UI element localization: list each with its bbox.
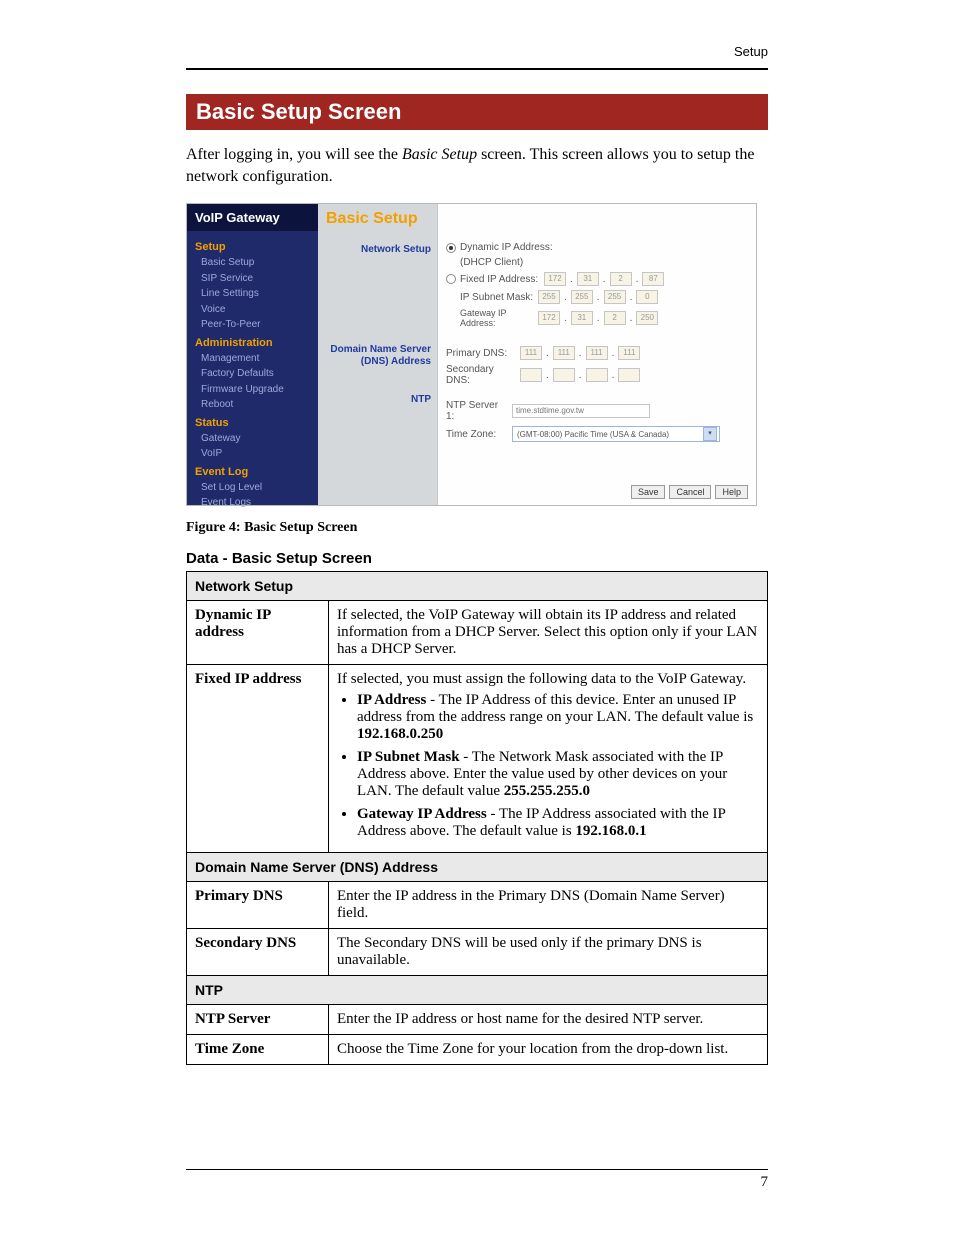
secondary-dns-label: Secondary DNS: xyxy=(446,364,516,386)
sdns-octet[interactable] xyxy=(618,368,640,382)
sdns-octet[interactable] xyxy=(586,368,608,382)
dhcp-client-label: (DHCP Client) xyxy=(460,257,523,268)
ip-octet[interactable]: 87 xyxy=(642,272,664,286)
subnet-label: IP Subnet Mask: xyxy=(460,292,534,303)
nav-group-setup: Setup xyxy=(195,241,310,253)
pdns-octet[interactable]: 111 xyxy=(553,346,575,360)
gw-octet[interactable]: 31 xyxy=(571,311,593,325)
top-rule xyxy=(186,68,768,70)
timezone-label: Time Zone: xyxy=(446,429,508,440)
fixed-ip-intro: If selected, you must assign the followi… xyxy=(337,671,746,687)
nav-item[interactable]: SIP Service xyxy=(195,271,310,287)
cancel-button[interactable]: Cancel xyxy=(669,485,711,499)
intro-text-pre: After logging in, you will see the xyxy=(186,146,402,163)
row-text: Enter the IP address or host name for th… xyxy=(329,1005,768,1035)
list-item: Gateway IP Address - The IP Address asso… xyxy=(357,806,759,840)
nav-item[interactable]: Management xyxy=(195,351,310,367)
table-section-network: Network Setup xyxy=(187,572,768,601)
pdns-octet[interactable]: 111 xyxy=(586,346,608,360)
page-number: 7 xyxy=(186,1174,768,1191)
basic-setup-screenshot: VoIP Gateway Setup Basic Setup SIP Servi… xyxy=(186,203,757,506)
row-label: Dynamic IP address xyxy=(187,601,329,665)
nav-group-status: Status xyxy=(195,417,310,429)
nav-item[interactable]: Peer-To-Peer xyxy=(195,317,310,333)
nav-item[interactable]: Set Log Level xyxy=(195,480,310,496)
chevron-down-icon: ▾ xyxy=(703,427,717,441)
dynamic-ip-label: Dynamic IP Address: xyxy=(460,242,553,253)
gw-octet[interactable]: 172 xyxy=(538,311,560,325)
nav-group-eventlog: Event Log xyxy=(195,466,310,478)
nav-item[interactable]: Factory Defaults xyxy=(195,366,310,382)
nav-item[interactable]: VoIP xyxy=(195,446,310,462)
row-label: Fixed IP address xyxy=(187,665,329,853)
pdns-octet[interactable]: 111 xyxy=(618,346,640,360)
timezone-select[interactable]: (GMT-08:00) Pacific Time (USA & Canada) … xyxy=(512,426,720,442)
nav-group-administration: Administration xyxy=(195,337,310,349)
pdns-octet[interactable]: 111 xyxy=(520,346,542,360)
nav-item[interactable]: Gateway xyxy=(195,431,310,447)
table-section-dns: Domain Name Server (DNS) Address xyxy=(187,853,768,882)
primary-dns-label: Primary DNS: xyxy=(446,348,516,359)
mask-octet[interactable]: 0 xyxy=(636,290,658,304)
row-text: Choose the Time Zone for your location f… xyxy=(329,1035,768,1065)
sdns-octet[interactable] xyxy=(553,368,575,382)
mask-octet[interactable]: 255 xyxy=(604,290,626,304)
timezone-value: (GMT-08:00) Pacific Time (USA & Canada) xyxy=(517,430,669,439)
list-item: IP Address - The IP Address of this devi… xyxy=(357,692,759,743)
figure-caption: Figure 4: Basic Setup Screen xyxy=(186,520,768,536)
radio-fixed-ip[interactable] xyxy=(446,274,456,284)
gw-octet[interactable]: 250 xyxy=(636,311,658,325)
nav-item[interactable]: Event Logs xyxy=(195,495,310,511)
ip-octet[interactable]: 2 xyxy=(610,272,632,286)
nav-item[interactable]: Reboot xyxy=(195,397,310,413)
sdns-octet[interactable] xyxy=(520,368,542,382)
row-label: Time Zone xyxy=(187,1035,329,1065)
doc-section-label: Setup xyxy=(734,44,768,59)
data-table-title: Data - Basic Setup Screen xyxy=(186,550,768,567)
row-text: Enter the IP address in the Primary DNS … xyxy=(329,882,768,929)
section-label-dns: Domain Name Server (DNS) Address xyxy=(318,344,431,368)
intro-paragraph: After logging in, you will see the Basic… xyxy=(186,144,768,187)
section-label-ntp: NTP xyxy=(411,394,431,406)
ip-octet[interactable]: 31 xyxy=(577,272,599,286)
save-button[interactable]: Save xyxy=(631,485,666,499)
section-heading: Basic Setup Screen xyxy=(186,94,768,130)
ntp1-input[interactable]: time.stdtime.gov.tw xyxy=(512,404,650,418)
mask-octet[interactable]: 255 xyxy=(538,290,560,304)
nav-item[interactable]: Firmware Upgrade xyxy=(195,382,310,398)
intro-text-ital: Basic Setup xyxy=(402,146,477,163)
gw-octet[interactable]: 2 xyxy=(604,311,626,325)
row-text: If selected, the VoIP Gateway will obtai… xyxy=(329,601,768,665)
voip-gateway-header: VoIP Gateway xyxy=(187,204,318,231)
mask-octet[interactable]: 255 xyxy=(571,290,593,304)
row-label: Primary DNS xyxy=(187,882,329,929)
radio-dynamic-ip[interactable] xyxy=(446,243,456,253)
basic-setup-header: Basic Setup xyxy=(318,204,437,234)
nav-item[interactable]: Line Settings xyxy=(195,286,310,302)
fixed-ip-label: Fixed IP Address: xyxy=(460,274,540,285)
row-label: Secondary DNS xyxy=(187,929,329,976)
nav-item[interactable]: Voice xyxy=(195,302,310,318)
data-table: Network Setup Dynamic IP address If sele… xyxy=(186,571,768,1065)
row-text: The Secondary DNS will be used only if t… xyxy=(329,929,768,976)
bottom-rule xyxy=(186,1169,768,1170)
row-label: NTP Server xyxy=(187,1005,329,1035)
help-button[interactable]: Help xyxy=(715,485,748,499)
list-item: IP Subnet Mask - The Network Mask associ… xyxy=(357,749,759,800)
section-label-network: Network Setup xyxy=(361,244,431,256)
row-text: If selected, you must assign the followi… xyxy=(329,665,768,853)
ip-octet[interactable]: 172 xyxy=(544,272,566,286)
ntp1-label: NTP Server 1: xyxy=(446,400,508,422)
table-section-ntp: NTP xyxy=(187,976,768,1005)
nav-item[interactable]: Basic Setup xyxy=(195,255,310,271)
gateway-ip-label: Gateway IP Address: xyxy=(460,308,534,328)
